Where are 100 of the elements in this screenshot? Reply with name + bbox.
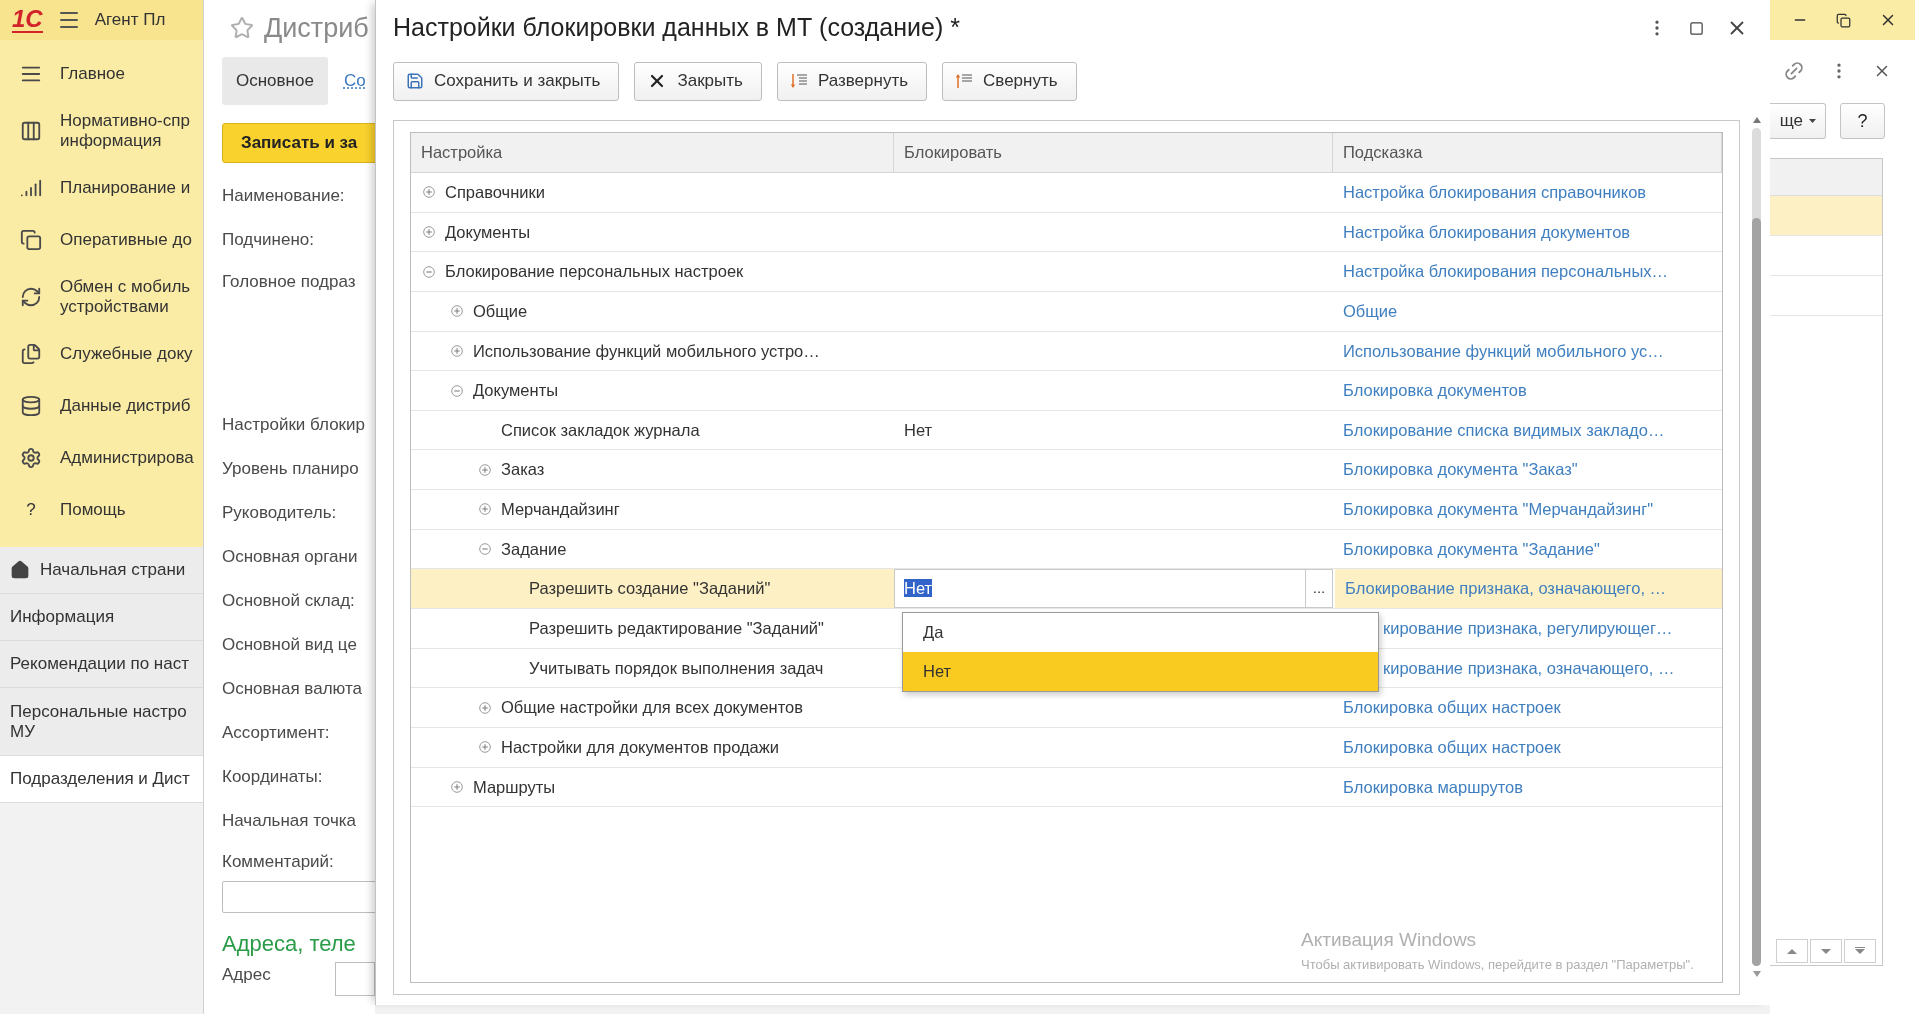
- help-glyph: ?: [25, 499, 37, 522]
- nav-item[interactable]: Служебные доку: [0, 328, 203, 380]
- up-icon: [1786, 947, 1798, 955]
- setting-cell[interactable]: Учитывать порядок выполнения задач: [411, 648, 894, 688]
- hint-link[interactable]: Блокирование списка видимых закладо…: [1343, 417, 1665, 443]
- open-window-tab[interactable]: Информация: [0, 594, 203, 641]
- hint-link[interactable]: Блокировка документов: [1343, 378, 1527, 403]
- setting-cell[interactable]: Блокирование персональных настроек: [411, 252, 894, 291]
- hint-link[interactable]: Блокировка документа "Заказ": [1343, 457, 1578, 483]
- value-text: Нет: [903, 419, 933, 441]
- setting-label: Настройки для документов продажи: [501, 736, 780, 758]
- setting-cell[interactable]: Документы: [411, 212, 894, 252]
- expand-icon[interactable]: [423, 225, 435, 238]
- collapse-icon[interactable]: [423, 265, 435, 278]
- expand-icon[interactable]: [423, 186, 435, 199]
- restore-icon[interactable]: [1836, 12, 1851, 28]
- expand-icon[interactable]: [451, 344, 463, 357]
- nav-label: Оперативные до: [60, 230, 192, 250]
- nav-item[interactable]: Планирование и: [0, 162, 203, 214]
- open-window-label: Начальная страни: [40, 560, 186, 580]
- column-header[interactable]: Блокировать: [894, 133, 1333, 172]
- setting-cell[interactable]: Справочники: [411, 173, 894, 212]
- open-window-tab[interactable]: Рекомендации по наст: [0, 641, 203, 688]
- app-title: Агент Пл: [94, 9, 166, 32]
- dropdown-option[interactable]: Нет: [903, 652, 1378, 692]
- open-window-tab[interactable]: Персональные настро МУ: [0, 688, 203, 756]
- collapse-icon[interactable]: [479, 543, 491, 556]
- star-icon[interactable]: [230, 16, 254, 40]
- hint-link[interactable]: Общие: [1343, 298, 1398, 324]
- database-icon: [20, 395, 42, 417]
- setting-cell[interactable]: Разрешить создание "Заданий": [411, 569, 894, 609]
- form-title: Дистриб: [264, 11, 369, 45]
- address-field[interactable]: [335, 961, 375, 996]
- setting-label: Задание: [501, 538, 567, 560]
- scroll-up-icon[interactable]: [1752, 116, 1761, 124]
- expand-icon[interactable]: [451, 780, 463, 793]
- nav-item[interactable]: Обмен с мобиль устройствами: [0, 266, 203, 328]
- hint-link[interactable]: Блокировка общих настроек: [1343, 734, 1561, 760]
- form-tab[interactable]: Со: [343, 57, 366, 105]
- nav-item[interactable]: Нормативно-спр информация: [0, 100, 203, 162]
- nav-item[interactable]: Оперативные до: [0, 214, 203, 266]
- setting-cell[interactable]: Задание: [411, 529, 894, 569]
- nav-item[interactable]: Главное: [0, 48, 203, 100]
- setting-cell[interactable]: Общие: [411, 291, 894, 331]
- hint-link[interactable]: Настройка блокирования персональных…: [1343, 259, 1669, 284]
- expand-icon[interactable]: [479, 463, 491, 476]
- save-and-close-button[interactable]: Записать и за: [222, 123, 375, 163]
- nav-label: Главное: [60, 64, 125, 84]
- hint-link[interactable]: кирование признака, означающего, …: [1383, 655, 1675, 681]
- bar-chart-icon: [20, 177, 42, 199]
- toolbar-button[interactable]: Развернуть: [776, 61, 928, 101]
- hint-link[interactable]: Блокировка маршрутов: [1343, 774, 1524, 800]
- more-button[interactable]: ще: [1770, 103, 1826, 139]
- to-end-icon: [1854, 947, 1866, 955]
- column-header[interactable]: Настройка: [411, 133, 894, 172]
- value-field[interactable]: Нет ...: [894, 569, 1333, 609]
- choice-button[interactable]: ...: [1305, 570, 1332, 608]
- toolbar-button[interactable]: Закрыть: [634, 61, 762, 101]
- setting-cell[interactable]: Список закладок журнала: [411, 410, 894, 450]
- setting-cell[interactable]: Заказ: [411, 450, 894, 490]
- setting-cell[interactable]: Документы: [411, 371, 894, 410]
- expand-icon[interactable]: [479, 503, 491, 516]
- hint-link[interactable]: Блокировка документа "Мерчандайзинг": [1343, 497, 1654, 522]
- setting-cell[interactable]: Общие настройки для всех документов: [411, 688, 894, 727]
- nav-item[interactable]: Данные дистриб: [0, 380, 203, 432]
- nav-item[interactable]: ? Помощь: [0, 484, 203, 536]
- nav-item[interactable]: Администрирова: [0, 432, 203, 484]
- maximize-icon[interactable]: [1689, 20, 1704, 36]
- open-window-tab[interactable]: Начальная страни: [0, 547, 203, 594]
- setting-cell[interactable]: Настройки для документов продажи: [411, 727, 894, 767]
- setting-cell[interactable]: Использование функций мобильного устро…: [411, 331, 894, 371]
- form-tab[interactable]: Основное: [222, 57, 328, 105]
- nav-label: Обмен с мобиль устройствами: [60, 277, 191, 317]
- collapse-icon[interactable]: [451, 384, 463, 397]
- list-nav-button[interactable]: [1810, 939, 1842, 963]
- list-nav-button[interactable]: [1844, 939, 1876, 963]
- hint-link[interactable]: Настройка блокирования справочников: [1343, 179, 1647, 205]
- toolbar-button[interactable]: Сохранить и закрыть: [393, 61, 620, 101]
- expand-icon[interactable]: [479, 701, 491, 714]
- list-nav-button[interactable]: [1776, 939, 1808, 963]
- activation-title: Активация Windows: [1301, 928, 1478, 952]
- expand-icon[interactable]: [451, 305, 463, 318]
- column-header[interactable]: Подсказка: [1333, 133, 1722, 172]
- hint-link[interactable]: Использование функций мобильного ус…: [1343, 338, 1664, 364]
- hint-link[interactable]: Блокировка документа "Задание": [1343, 536, 1600, 562]
- expand-icon[interactable]: [479, 741, 491, 754]
- setting-cell[interactable]: Разрешить редактирование "Заданий": [411, 609, 894, 648]
- dropdown-option[interactable]: Да: [903, 613, 1378, 653]
- setting-label: Блокирование персональных настроек: [445, 261, 744, 283]
- help-button[interactable]: ?: [1840, 103, 1885, 139]
- scrollbar[interactable]: [1750, 116, 1763, 978]
- toolbar-button[interactable]: Свернуть: [942, 61, 1077, 101]
- hint-link[interactable]: Блокировка общих настроек: [1343, 695, 1561, 720]
- scroll-down-icon[interactable]: [1752, 970, 1761, 978]
- hint-link[interactable]: Настройка блокирования документов: [1343, 219, 1631, 245]
- scrollbar-thumb[interactable]: [1752, 218, 1761, 966]
- setting-cell[interactable]: Маршруты: [411, 767, 894, 807]
- setting-cell[interactable]: Мерчандайзинг: [411, 490, 894, 529]
- open-window-tab[interactable]: Подразделения и Дист: [0, 756, 203, 803]
- hint-link[interactable]: кирование признака, регулирующег…: [1383, 616, 1673, 641]
